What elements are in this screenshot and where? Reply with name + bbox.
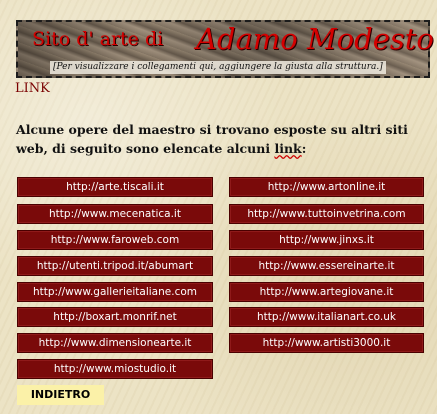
link-button-essereinarte[interactable]: http://www.essereinarte.it — [229, 256, 424, 276]
back-button[interactable]: INDIETRO — [17, 385, 104, 405]
link-button-miostudio[interactable]: http://www.miostudio.it — [17, 359, 213, 379]
link-button-gallerieitaliane[interactable]: http://www.gallerieitaliane.com — [17, 282, 213, 302]
banner-subtitle: [Per visualizzare i collegamenti qui, ag… — [50, 61, 386, 74]
intro-text: Alcune opere del maestro si trovano espo… — [16, 120, 432, 158]
link-button-artonline[interactable]: http://www.artonline.it — [229, 177, 424, 197]
banner-title-prefix: Sito d' arte di — [32, 28, 164, 50]
site-banner: Sito d' arte di Adamo Modesto [Per visua… — [16, 20, 434, 78]
link-button-boxart[interactable]: http://boxart.monrif.net — [17, 307, 213, 327]
link-button-dimensionearte[interactable]: http://www.dimensionearte.it — [17, 333, 213, 353]
intro-link-word: link — [274, 141, 302, 156]
page-background: Sito d' arte di Adamo Modesto [Per visua… — [0, 0, 437, 414]
intro-text-before: Alcune opere del maestro si trovano espo… — [16, 122, 408, 156]
link-button-tuttoinvetrina[interactable]: http://www.tuttoinvetrina.com — [229, 204, 424, 224]
banner-title-name: Adamo Modesto — [196, 22, 434, 56]
link-button-mecenatica[interactable]: http://www.mecenatica.it — [17, 204, 213, 224]
intro-text-after: : — [301, 141, 307, 156]
link-button-artisti3000[interactable]: http://www.artisti3000.it — [229, 333, 424, 353]
link-button-italianart[interactable]: http://www.italianart.co.uk — [229, 307, 424, 327]
link-button-jinxs[interactable]: http://www.jinxs.it — [229, 230, 424, 250]
link-button-arte-tiscali[interactable]: http://arte.tiscali.it — [17, 177, 213, 197]
link-button-artegiovane[interactable]: http://www.artegiovane.it — [229, 282, 424, 302]
link-button-abumart[interactable]: http://utenti.tripod.it/abumart — [17, 256, 213, 276]
link-button-faroweb[interactable]: http://www.faroweb.com — [17, 230, 213, 250]
section-label: LINK — [15, 81, 50, 96]
